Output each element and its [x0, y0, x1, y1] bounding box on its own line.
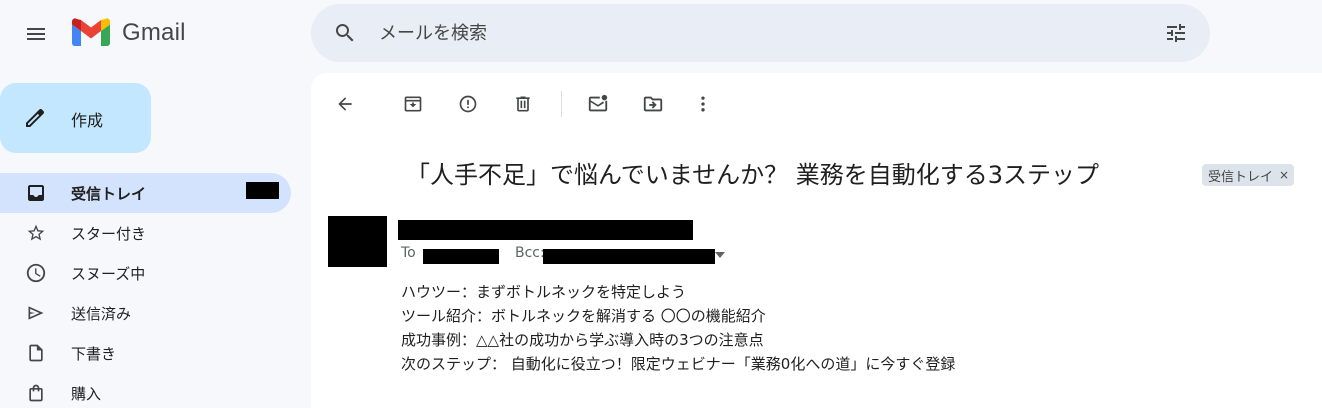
email-body: ハウツー：まずボトルネックを特定しよう ツール紹介：ボトルネックを解消する 〇〇…	[401, 280, 955, 376]
delete-button[interactable]	[511, 92, 535, 116]
body-line: ハウツー：まずボトルネックを特定しよう	[401, 283, 687, 301]
report-spam-button[interactable]	[456, 92, 480, 116]
back-arrow-icon	[338, 97, 352, 111]
show-details-button[interactable]	[714, 249, 726, 261]
main-menu-button[interactable]	[22, 20, 50, 48]
sidebar-item-label: 受信トレイ	[71, 185, 147, 203]
gmail-logo[interactable]: Gmail	[72, 18, 186, 48]
dropdown-caret-icon	[715, 252, 725, 258]
tune-icon	[1167, 24, 1185, 42]
sidebar-item-starred[interactable]: スター付き	[0, 213, 291, 253]
back-button[interactable]	[333, 92, 357, 116]
compose-button[interactable]: 作成	[0, 83, 151, 153]
to-label: To	[401, 245, 416, 261]
send-icon	[24, 301, 48, 325]
sidebar-item-label: 送信済み	[71, 305, 132, 323]
report-spam-icon	[459, 95, 477, 113]
pencil-icon	[22, 105, 48, 131]
star-icon	[24, 221, 48, 245]
to-recipient-redacted	[423, 249, 499, 264]
search-options-button[interactable]	[1164, 21, 1188, 45]
sidebar-item-label: スター付き	[71, 225, 147, 243]
sidebar-item-snoozed[interactable]: スヌーズ中	[0, 253, 291, 293]
more-vert-icon	[701, 96, 705, 112]
search-input[interactable]	[379, 18, 1139, 48]
message-pane: 「人手不足」で悩んでいませんか？ 業務を自動化する3ステップ 受信トレイ × T…	[311, 73, 1322, 408]
unread-count-redacted	[246, 182, 279, 199]
body-line: 成功事例：△△社の成功から学ぶ導入時の3つの注意点	[401, 331, 764, 349]
mark-unread-icon	[588, 94, 608, 112]
shopping-bag-icon	[24, 381, 48, 405]
app-name: Gmail	[122, 19, 186, 46]
toolbar-divider	[561, 91, 562, 117]
compose-label: 作成	[71, 111, 104, 130]
clock-icon	[24, 261, 48, 285]
archive-icon	[404, 96, 422, 112]
sidebar-nav: 受信トレイ スター付き スヌーズ中 送信済み 下書き 購入	[0, 173, 291, 408]
bcc-label: Bcc:	[515, 245, 545, 261]
remove-label-icon[interactable]: ×	[1279, 168, 1289, 182]
label-chip-inbox[interactable]: 受信トレイ ×	[1202, 164, 1295, 186]
move-to-folder-icon	[643, 96, 663, 112]
sidebar-item-sent[interactable]: 送信済み	[0, 293, 291, 333]
mark-unread-button[interactable]	[586, 92, 610, 116]
sender-name-redacted[interactable]	[398, 220, 693, 240]
sidebar-item-label: スヌーズ中	[71, 265, 146, 283]
body-line: ツール紹介：ボトルネックを解消する 〇〇の機能紹介	[401, 307, 766, 325]
move-to-button[interactable]	[641, 92, 665, 116]
sidebar-item-label: 下書き	[71, 345, 117, 363]
sidebar-item-drafts[interactable]: 下書き	[0, 333, 291, 373]
sidebar-item-label: 購入	[71, 385, 102, 403]
draft-icon	[24, 341, 48, 365]
delete-icon	[516, 96, 530, 112]
inbox-icon	[24, 181, 48, 205]
hamburger-menu-icon	[27, 28, 45, 40]
search-button[interactable]	[333, 21, 357, 45]
sender-avatar-redacted[interactable]	[328, 216, 387, 267]
search-icon	[336, 24, 354, 42]
more-options-button[interactable]	[691, 92, 715, 116]
bcc-recipient-redacted	[543, 249, 715, 264]
email-subject: 「人手不足」で悩んでいませんか？ 業務を自動化する3ステップ	[406, 161, 1099, 189]
body-line: 次のステップ： 自動化に役立つ！限定ウェビナー「業務0化への道」に今すぐ登録	[401, 355, 956, 373]
search-bar	[311, 4, 1210, 62]
archive-button[interactable]	[401, 92, 425, 116]
label-chip-text: 受信トレイ	[1208, 169, 1274, 185]
sidebar-item-purchases[interactable]: 購入	[0, 373, 291, 408]
gmail-m-icon	[72, 18, 110, 46]
sidebar-item-inbox[interactable]: 受信トレイ	[0, 173, 291, 213]
